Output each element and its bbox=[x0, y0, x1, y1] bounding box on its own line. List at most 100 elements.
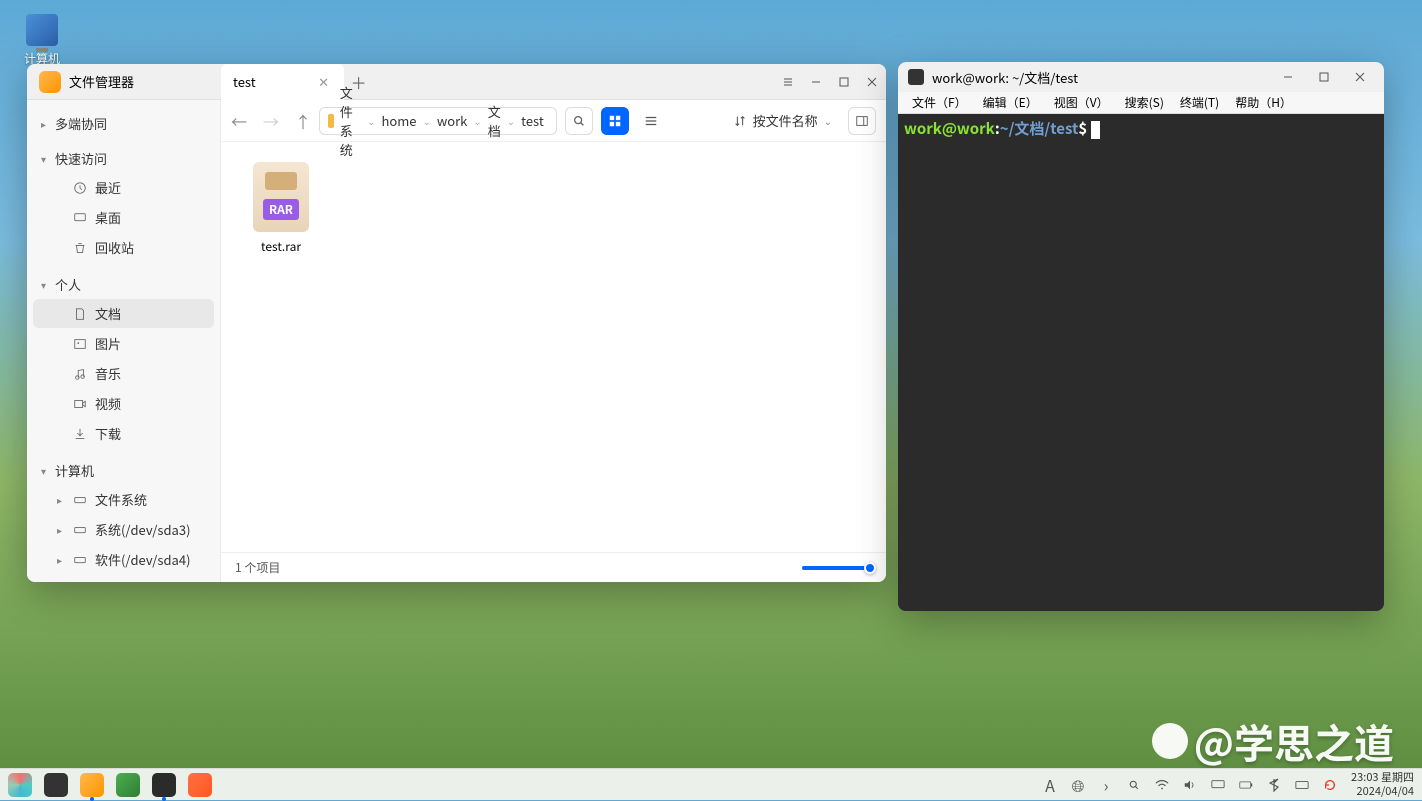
maximize-button[interactable] bbox=[830, 64, 858, 100]
menu-help[interactable]: 帮助（H） bbox=[1229, 92, 1298, 113]
menu-edit[interactable]: 编辑（E） bbox=[977, 92, 1044, 113]
close-tab-icon[interactable]: ✕ bbox=[316, 74, 332, 90]
file-manager-window: 文件管理器 test ✕ ＋ ▸多端协同 ▾快速访问 最近 桌面 回收站 ▾个人 bbox=[27, 64, 886, 582]
taskview-button[interactable] bbox=[44, 773, 68, 797]
watermark: @学思之道 bbox=[1152, 712, 1394, 770]
chevron-down-icon[interactable]: ⌄ bbox=[422, 113, 430, 128]
close-button[interactable] bbox=[1346, 62, 1374, 95]
chevron-right-icon[interactable]: ▸ bbox=[57, 552, 62, 567]
panel-icon bbox=[855, 114, 869, 128]
taskbar-firefox[interactable] bbox=[188, 773, 212, 797]
tray-keyboard-icon[interactable] bbox=[1295, 778, 1309, 792]
terminal-content[interactable]: work@work:~/文档/test$ bbox=[898, 114, 1384, 611]
disk-icon bbox=[73, 493, 87, 507]
taskbar-app-green[interactable] bbox=[116, 773, 140, 797]
sidebar-item-downloads[interactable]: 下载 bbox=[33, 419, 214, 448]
sidebar-section-personal[interactable]: ▾个人 bbox=[27, 271, 220, 298]
launcher-button[interactable] bbox=[8, 773, 32, 797]
prompt-path: ~/文档/test bbox=[1000, 118, 1079, 139]
trash-icon bbox=[73, 241, 87, 255]
breadcrumb-docs[interactable]: 文档 bbox=[484, 102, 505, 140]
taskbar-filemanager[interactable] bbox=[80, 773, 104, 797]
sort-selector[interactable]: 按文件名称 ⌄ bbox=[725, 111, 840, 130]
sidebar-item-pictures[interactable]: 图片 bbox=[33, 329, 214, 358]
file-item-rar[interactable]: RAR test.rar bbox=[241, 162, 321, 255]
nav-forward-button[interactable]: → bbox=[263, 109, 279, 133]
menu-terminal[interactable]: 终端(T) bbox=[1174, 92, 1225, 113]
rar-archive-icon: RAR bbox=[253, 162, 309, 232]
list-view-button[interactable] bbox=[637, 107, 665, 135]
fm-tab-test[interactable]: test ✕ bbox=[221, 64, 344, 100]
taskbar-terminal[interactable] bbox=[152, 773, 176, 797]
sort-icon bbox=[733, 114, 747, 128]
taskbar: A 🌐︎ › 23:03 星期四 2024/04/04 bbox=[0, 768, 1422, 800]
zoom-thumb[interactable] bbox=[864, 562, 876, 574]
menu-view[interactable]: 视图（V） bbox=[1048, 92, 1115, 113]
terminal-titlebar[interactable]: work@work: ~/文档/test bbox=[898, 62, 1384, 92]
fm-main-area: ← → ↑ 文件系统 ⌄ home ⌄ work ⌄ 文档 ⌄ test bbox=[221, 100, 886, 582]
tray-display-icon[interactable] bbox=[1211, 778, 1225, 792]
chevron-down-icon[interactable]: ⌄ bbox=[824, 113, 832, 128]
tray-globe-icon[interactable]: 🌐︎ bbox=[1071, 778, 1085, 792]
taskbar-clock[interactable]: 23:03 星期四 2024/04/04 bbox=[1351, 771, 1414, 797]
minimize-button[interactable] bbox=[1274, 62, 1302, 95]
fm-titlebar[interactable]: 文件管理器 test ✕ ＋ bbox=[27, 64, 886, 100]
side-panel-button[interactable] bbox=[848, 107, 876, 135]
fm-file-grid[interactable]: RAR test.rar bbox=[221, 142, 886, 552]
chevron-right-icon[interactable]: ▸ bbox=[57, 522, 62, 537]
sidebar-section-sync[interactable]: ▸多端协同 bbox=[27, 110, 220, 137]
prompt-user: work@work bbox=[904, 118, 995, 139]
grid-icon bbox=[608, 114, 622, 128]
sidebar-section-computer[interactable]: ▾计算机 bbox=[27, 457, 220, 484]
chevron-right-icon[interactable]: ▸ bbox=[57, 492, 62, 507]
minimize-button[interactable] bbox=[802, 64, 830, 100]
tray-letter-icon[interactable]: A bbox=[1043, 778, 1057, 792]
sidebar-item-recent[interactable]: 最近 bbox=[33, 173, 214, 202]
fm-sidebar: ▸多端协同 ▾快速访问 最近 桌面 回收站 ▾个人 文档 图片 音乐 视频 下载… bbox=[27, 100, 221, 582]
icon-view-button[interactable] bbox=[601, 107, 629, 135]
sidebar-item-filesystem[interactable]: ▸文件系统 bbox=[33, 485, 214, 514]
sidebar-item-sda3[interactable]: ▸系统(/dev/sda3) bbox=[33, 515, 214, 544]
fm-app-title: 文件管理器 bbox=[69, 72, 134, 91]
download-icon bbox=[73, 427, 87, 441]
menu-file[interactable]: 文件（F） bbox=[906, 92, 973, 113]
chevron-right-icon: ▸ bbox=[41, 116, 51, 131]
sidebar-item-music[interactable]: 音乐 bbox=[33, 359, 214, 388]
maximize-button[interactable] bbox=[1310, 62, 1338, 95]
sidebar-item-sda4[interactable]: ▸软件(/dev/sda4) bbox=[33, 545, 214, 574]
tray-refresh-icon[interactable] bbox=[1323, 778, 1337, 792]
sidebar-item-trash[interactable]: 回收站 bbox=[33, 233, 214, 262]
breadcrumb-path[interactable]: 文件系统 ⌄ home ⌄ work ⌄ 文档 ⌄ test bbox=[319, 107, 557, 135]
list-icon bbox=[644, 114, 658, 128]
breadcrumb-home[interactable]: home bbox=[377, 111, 420, 130]
sidebar-item-sda5[interactable]: ▸文档(/dev/sda5)⏏ bbox=[33, 575, 214, 582]
nav-up-button[interactable]: ↑ bbox=[295, 109, 311, 133]
sidebar-item-desktop[interactable]: 桌面 bbox=[33, 203, 214, 232]
chevron-down-icon[interactable]: ⌄ bbox=[367, 113, 375, 128]
chevron-down-icon[interactable]: ⌄ bbox=[507, 113, 515, 128]
breadcrumb-test[interactable]: test bbox=[517, 111, 548, 130]
sidebar-item-documents[interactable]: 文档 bbox=[33, 299, 214, 328]
tray-bluetooth-icon[interactable] bbox=[1267, 778, 1281, 792]
nav-back-button[interactable]: ← bbox=[231, 109, 247, 133]
close-button[interactable] bbox=[858, 64, 886, 100]
zoom-slider[interactable] bbox=[802, 566, 872, 570]
fm-tab-label: test bbox=[233, 72, 256, 91]
chevron-down-icon: ▾ bbox=[41, 277, 51, 292]
hamburger-menu-button[interactable] bbox=[774, 64, 802, 100]
tray-volume-icon[interactable] bbox=[1183, 778, 1197, 792]
tray-battery-icon[interactable] bbox=[1239, 778, 1253, 792]
breadcrumb-work[interactable]: work bbox=[433, 111, 471, 130]
tray-search-icon[interactable] bbox=[1127, 778, 1141, 792]
terminal-window: work@work: ~/文档/test 文件（F） 编辑（E） 视图（V） 搜… bbox=[898, 62, 1384, 611]
tray-wifi-icon[interactable] bbox=[1155, 778, 1169, 792]
sidebar-section-quick[interactable]: ▾快速访问 bbox=[27, 145, 220, 172]
search-button[interactable] bbox=[565, 107, 593, 135]
desktop-computer-icon[interactable]: 计算机 bbox=[24, 14, 60, 67]
fm-app-icon bbox=[39, 71, 61, 93]
menu-search[interactable]: 搜索(S) bbox=[1119, 92, 1170, 113]
monitor-icon bbox=[26, 14, 58, 46]
sidebar-item-videos[interactable]: 视频 bbox=[33, 389, 214, 418]
tray-chevron-icon[interactable]: › bbox=[1099, 778, 1113, 792]
chevron-down-icon[interactable]: ⌄ bbox=[473, 113, 481, 128]
